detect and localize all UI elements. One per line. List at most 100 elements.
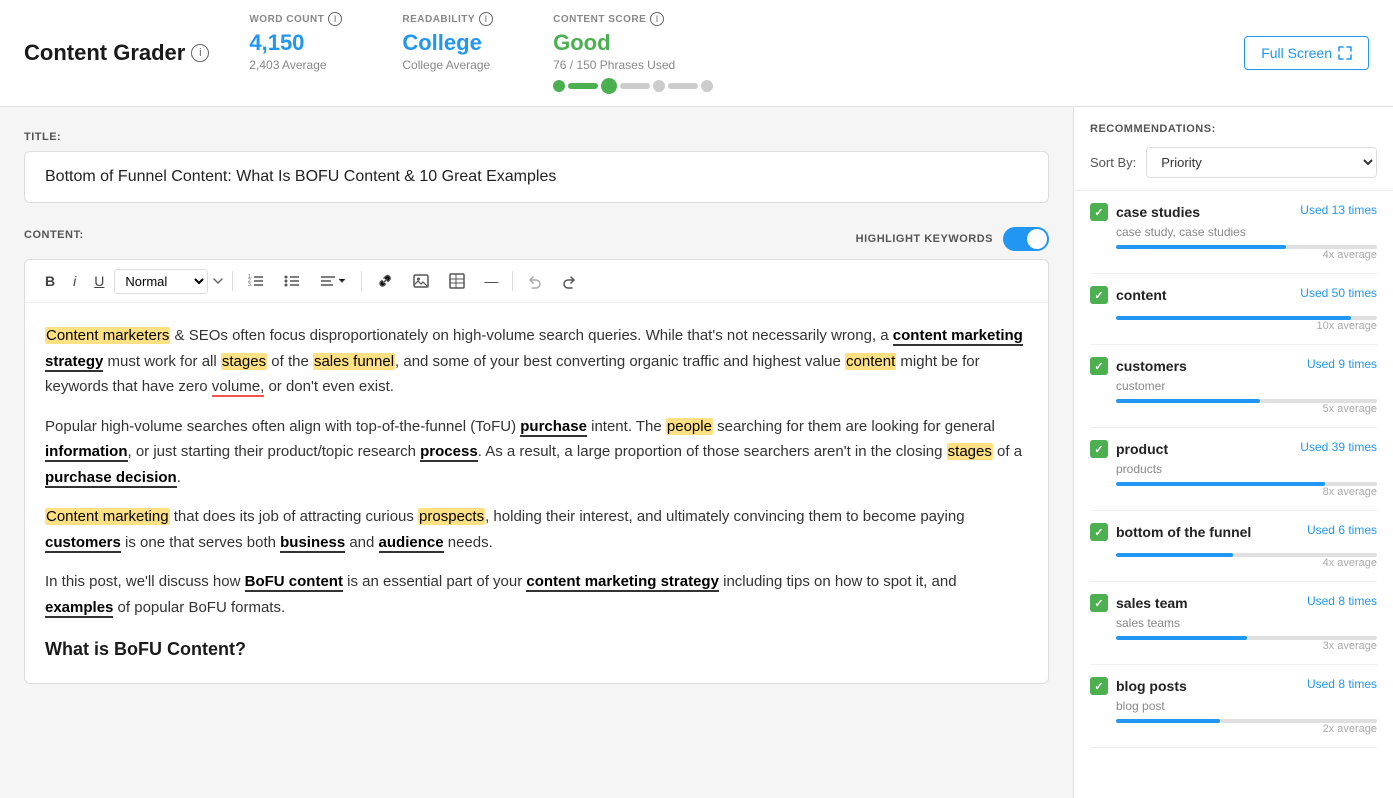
rec-avg: 4x average bbox=[1116, 557, 1377, 569]
svg-text:3.: 3. bbox=[248, 282, 252, 288]
rec-used: Used 6 times bbox=[1307, 523, 1377, 537]
rec-checkbox[interactable] bbox=[1090, 677, 1108, 695]
rec-sub: products bbox=[1116, 462, 1377, 476]
word-count-label: WORD COUNT i bbox=[249, 12, 342, 26]
rec-item: blog posts Used 8 times blog post 2x ave… bbox=[1090, 665, 1377, 748]
rec-checkbox[interactable] bbox=[1090, 594, 1108, 612]
bold-button[interactable]: B bbox=[37, 269, 63, 293]
rec-sub: customer bbox=[1116, 379, 1377, 393]
rec-left: sales team bbox=[1090, 594, 1188, 612]
word-count-info-icon[interactable]: i bbox=[328, 12, 342, 26]
editor-content[interactable]: Content marketers & SEOs often focus dis… bbox=[25, 303, 1048, 683]
rec-name: content bbox=[1116, 287, 1167, 303]
rec-name: case studies bbox=[1116, 204, 1200, 220]
word-count-value: 4,150 bbox=[249, 30, 342, 56]
rec-name: product bbox=[1116, 441, 1168, 457]
fullscreen-icon bbox=[1338, 46, 1352, 60]
content-label: CONTENT: bbox=[24, 229, 84, 241]
toolbar-sep-1 bbox=[232, 271, 233, 291]
editor-box: B i U Normal Heading 1 Heading 2 Heading… bbox=[24, 259, 1049, 684]
rec-checkbox[interactable] bbox=[1090, 203, 1108, 221]
content-score-info-icon[interactable]: i bbox=[650, 12, 664, 26]
underline-button[interactable]: U bbox=[86, 269, 112, 293]
score-dot-end bbox=[701, 80, 713, 92]
rec-left: content bbox=[1090, 286, 1167, 304]
rec-left: product bbox=[1090, 440, 1168, 458]
rec-checkbox[interactable] bbox=[1090, 357, 1108, 375]
rec-item-header: sales team Used 8 times bbox=[1090, 594, 1377, 612]
fullscreen-button[interactable]: Full Screen bbox=[1244, 36, 1369, 70]
rec-item-header: blog posts Used 8 times bbox=[1090, 677, 1377, 695]
align-icon bbox=[319, 272, 337, 290]
rec-left: case studies bbox=[1090, 203, 1200, 221]
score-progress-bar bbox=[553, 78, 713, 94]
readability-label: READABILITY i bbox=[402, 12, 493, 26]
score-dot-current bbox=[601, 78, 617, 94]
sort-select[interactable]: Priority Alphabetical Used Times bbox=[1146, 147, 1377, 178]
rec-used: Used 8 times bbox=[1307, 594, 1377, 608]
rec-avg: 3x average bbox=[1116, 640, 1377, 652]
toggle-switch[interactable] bbox=[1003, 227, 1049, 251]
rec-left: bottom of the funnel bbox=[1090, 523, 1251, 541]
sort-row: Sort By: Priority Alphabetical Used Time… bbox=[1074, 147, 1393, 191]
table-icon bbox=[448, 272, 466, 290]
main-area: TITLE: CONTENT: HIGHLIGHT KEYWORDS B i U… bbox=[0, 107, 1393, 798]
editor-area: TITLE: CONTENT: HIGHLIGHT KEYWORDS B i U… bbox=[0, 107, 1073, 798]
rec-checkbox[interactable] bbox=[1090, 523, 1108, 541]
link-icon bbox=[376, 272, 394, 290]
italic-button[interactable]: i bbox=[65, 269, 84, 293]
rec-item-header: content Used 50 times bbox=[1090, 286, 1377, 304]
ordered-list-icon: 1.2.3. bbox=[247, 272, 265, 290]
rec-avg: 2x average bbox=[1116, 723, 1377, 735]
content-header: CONTENT: HIGHLIGHT KEYWORDS bbox=[24, 227, 1049, 251]
word-count-sub: 2,403 Average bbox=[249, 58, 342, 72]
sort-label: Sort By: bbox=[1090, 155, 1136, 170]
score-dot-mid bbox=[653, 80, 665, 92]
align-button[interactable] bbox=[311, 268, 355, 294]
readability-sub: College Average bbox=[402, 58, 493, 72]
readability-info-icon[interactable]: i bbox=[479, 12, 493, 26]
score-dot-start bbox=[553, 80, 565, 92]
divider-button[interactable]: — bbox=[476, 269, 506, 293]
redo-button[interactable] bbox=[553, 269, 585, 293]
metrics-row: WORD COUNT i 4,150 2,403 Average READABI… bbox=[249, 12, 1204, 94]
align-chevron-icon bbox=[337, 276, 347, 286]
undo-button[interactable] bbox=[519, 269, 551, 293]
format-select[interactable]: Normal Heading 1 Heading 2 Heading 3 bbox=[114, 269, 208, 294]
rec-sub: sales teams bbox=[1116, 616, 1377, 630]
ordered-list-button[interactable]: 1.2.3. bbox=[239, 268, 273, 294]
title-input[interactable] bbox=[24, 151, 1049, 203]
link-button[interactable] bbox=[368, 268, 402, 294]
rec-left: blog posts bbox=[1090, 677, 1187, 695]
image-icon bbox=[412, 272, 430, 290]
chevron-down-icon bbox=[210, 273, 226, 289]
rec-checkbox[interactable] bbox=[1090, 286, 1108, 304]
rec-sub: blog post bbox=[1116, 699, 1377, 713]
table-button[interactable] bbox=[440, 268, 474, 294]
rec-checkbox[interactable] bbox=[1090, 440, 1108, 458]
app-title: Content Grader i bbox=[24, 40, 209, 66]
rec-item: sales team Used 8 times sales teams 3x a… bbox=[1090, 582, 1377, 665]
rec-item: case studies Used 13 times case study, c… bbox=[1090, 191, 1377, 274]
metric-readability: READABILITY i College College Average bbox=[402, 12, 493, 94]
editor-toolbar: B i U Normal Heading 1 Heading 2 Heading… bbox=[25, 260, 1048, 303]
rec-item: content Used 50 times 10x average bbox=[1090, 274, 1377, 345]
rec-item-header: bottom of the funnel Used 6 times bbox=[1090, 523, 1377, 541]
top-bar: Content Grader i WORD COUNT i 4,150 2,40… bbox=[0, 0, 1393, 107]
redo-icon bbox=[561, 273, 577, 289]
rec-name: bottom of the funnel bbox=[1116, 524, 1251, 540]
unordered-list-button[interactable] bbox=[275, 268, 309, 294]
rec-left: customers bbox=[1090, 357, 1187, 375]
metric-word-count: WORD COUNT i 4,150 2,403 Average bbox=[249, 12, 342, 94]
info-icon[interactable]: i bbox=[191, 44, 209, 62]
score-seg-2 bbox=[620, 83, 650, 89]
rec-avg: 5x average bbox=[1116, 403, 1377, 415]
rec-avg: 8x average bbox=[1116, 486, 1377, 498]
image-button[interactable] bbox=[404, 268, 438, 294]
rec-list: case studies Used 13 times case study, c… bbox=[1074, 191, 1393, 798]
rec-used: Used 39 times bbox=[1300, 440, 1377, 454]
recommendations-panel: RECOMMENDATIONS: Sort By: Priority Alpha… bbox=[1073, 107, 1393, 798]
highlight-keywords-toggle[interactable]: HIGHLIGHT KEYWORDS bbox=[856, 227, 1049, 251]
rec-name: blog posts bbox=[1116, 678, 1187, 694]
rec-used: Used 9 times bbox=[1307, 357, 1377, 371]
